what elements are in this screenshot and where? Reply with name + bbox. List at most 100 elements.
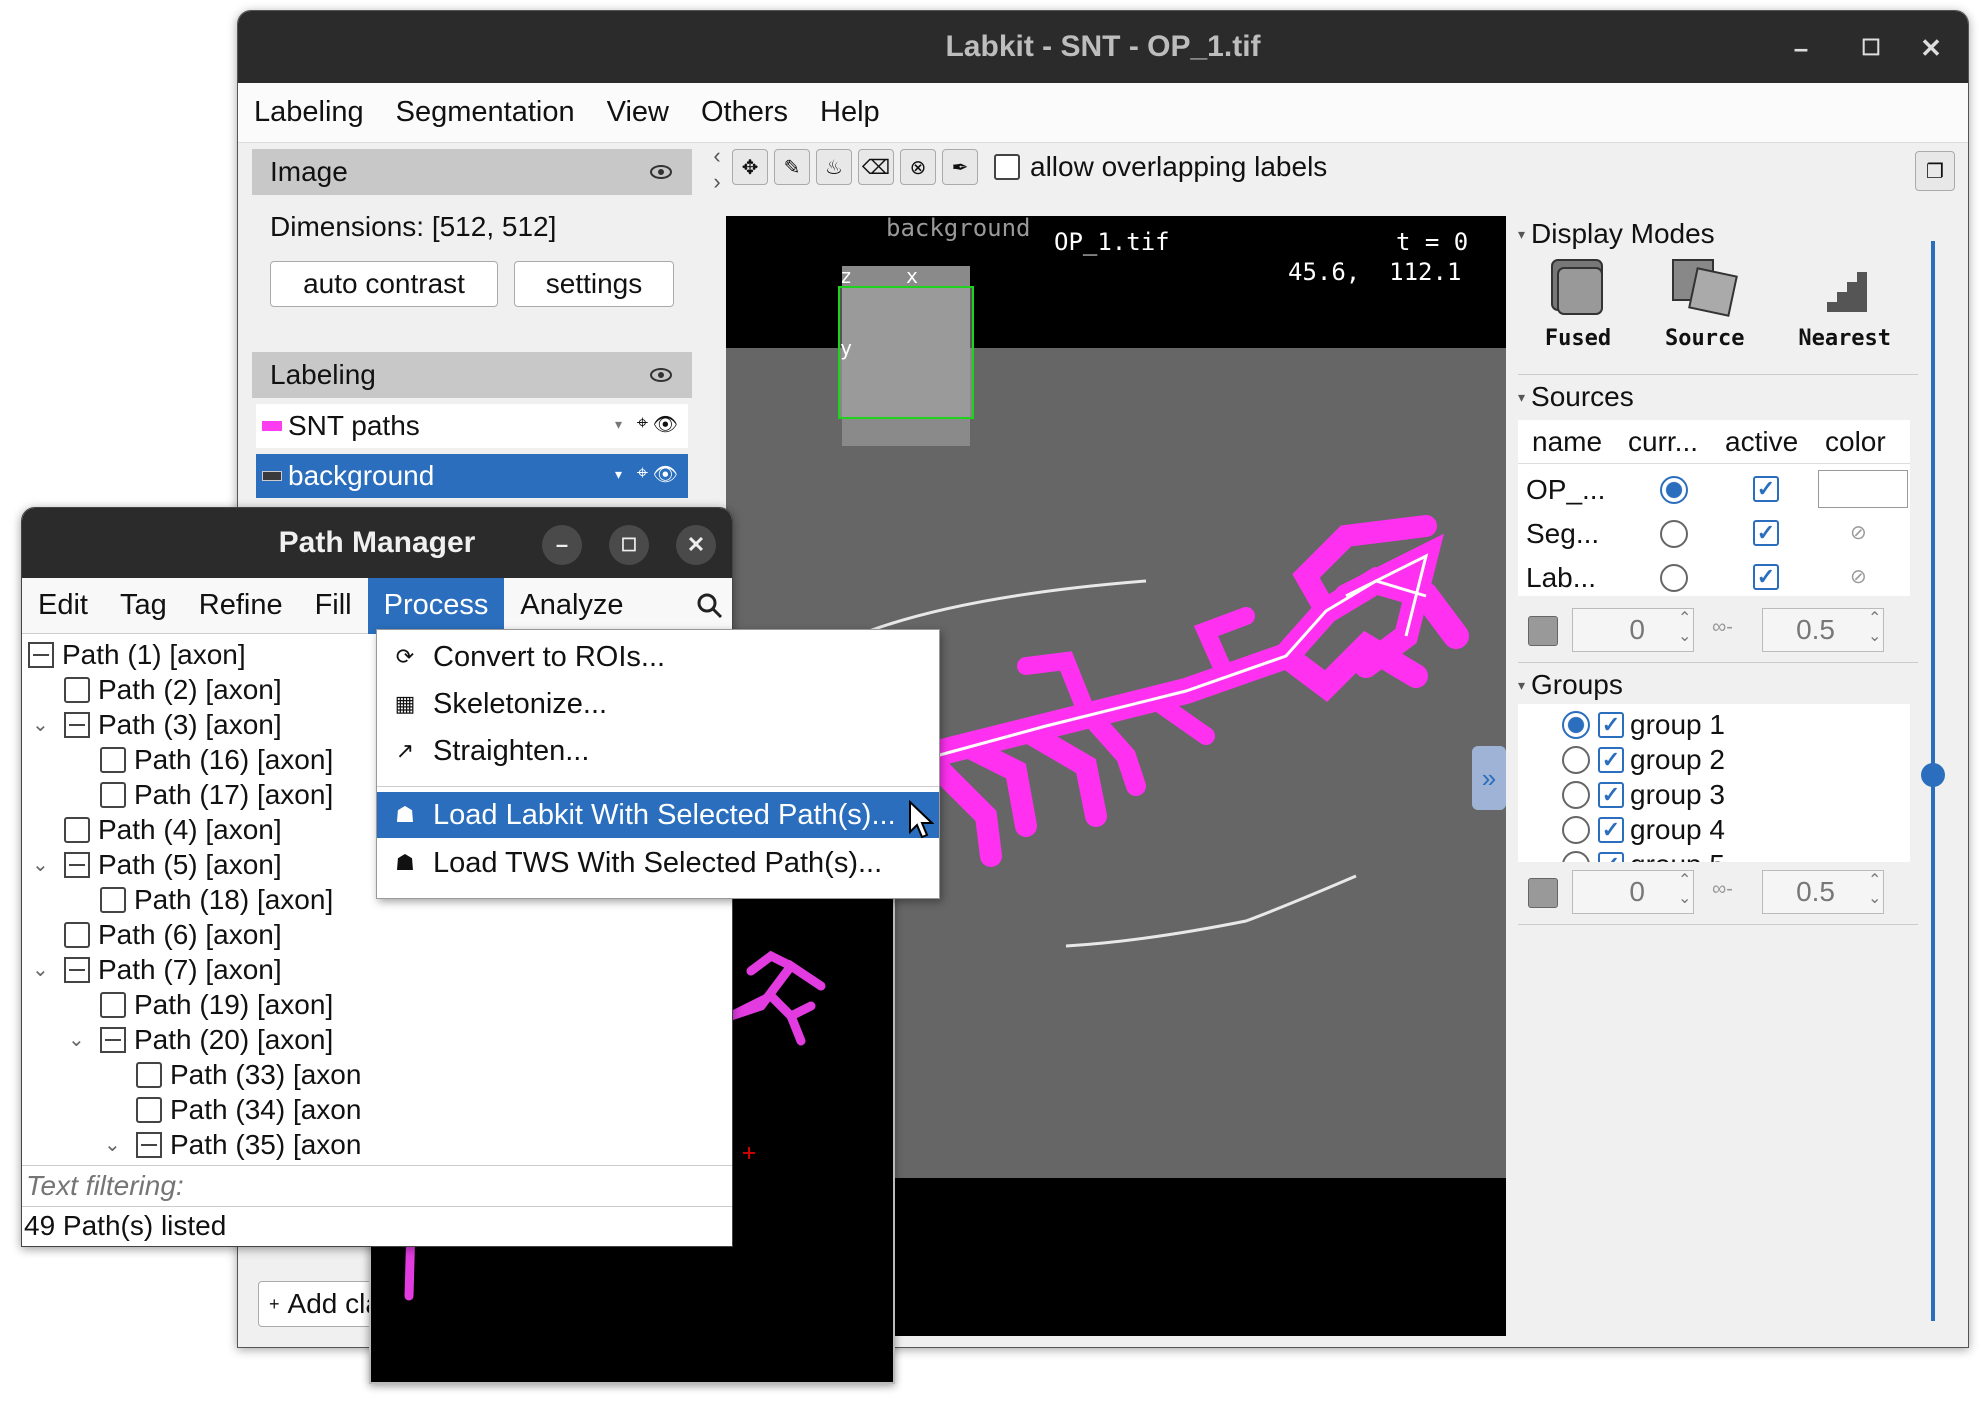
active-checkbox[interactable]: ✓ [1753,520,1779,546]
detach-panel-icon[interactable]: ❐ [1915,151,1955,191]
tree-item[interactable]: Path (35) [axon [136,1128,361,1162]
color-picker-tool-icon[interactable]: ✒ [942,149,978,185]
tree-item[interactable]: Path (2) [axon] [64,673,282,707]
side-panel-toggle-icon[interactable]: » [1472,746,1506,810]
current-radio[interactable] [1660,476,1688,504]
range-min-spinner[interactable]: 0 [1572,608,1694,652]
tree-item[interactable]: Path (3) [axon] [64,708,282,742]
group-item[interactable]: ✓ group 2 [1562,743,1725,777]
group-checkbox[interactable]: ✓ [1598,712,1624,738]
chevron-down-icon[interactable]: ⌄ [32,957,49,982]
collapse-box-icon[interactable] [64,957,90,983]
menu-item-skeletonize[interactable]: ▦ Skeletonize... [377,681,939,727]
menu-segmentation[interactable]: Segmentation [396,96,575,129]
checkbox-icon[interactable] [100,782,126,808]
time-slider-handle[interactable] [1921,763,1945,787]
collapse-box-icon[interactable] [136,1132,162,1158]
spinner-arrows-icon[interactable]: ⌃ ⌄ [1678,610,1691,646]
checkbox-icon[interactable] [136,1062,162,1088]
tree-item[interactable]: Path (7) [axon] [64,953,282,987]
group-radio[interactable] [1562,851,1590,862]
group-checkbox[interactable]: ✓ [1598,817,1624,843]
chevron-down-icon[interactable]: ⌄ [104,1132,121,1157]
eye-icon[interactable] [650,364,672,386]
no-color-icon[interactable]: ⊘ [1850,520,1867,545]
active-checkbox[interactable]: ✓ [1753,564,1779,590]
labkit-titlebar[interactable]: Labkit - SNT - OP_1.tif – ☐ ✕ [238,11,1968,83]
maximize-icon[interactable]: ☐ [609,525,649,565]
source-mode-button[interactable]: Source [1665,256,1744,366]
group-checkbox[interactable]: ✓ [1598,747,1624,773]
menu-item-load-tws[interactable]: ☗ Load TWS With Selected Path(s)... [377,840,939,886]
label-item-snt-paths[interactable]: SNT paths ▾ ⌖ 👁 [256,404,688,448]
current-radio[interactable] [1660,520,1688,548]
source-row[interactable]: OP_... ✓ [1518,470,1910,510]
fused-mode-button[interactable]: Fused [1545,256,1611,366]
group-item[interactable]: ✓ group 1 [1562,708,1725,742]
checkbox-icon[interactable] [100,992,126,1018]
group-checkbox[interactable]: ✓ [1598,782,1624,808]
col-current[interactable]: curr... [1628,426,1698,458]
tree-item[interactable]: Path (18) [axon] [100,883,333,917]
collapse-box-icon[interactable] [100,1027,126,1053]
menu-others[interactable]: Others [701,96,788,129]
flood-fill-tool-icon[interactable]: ♨ [816,149,852,185]
text-filter-input[interactable] [22,1165,732,1207]
tree-item[interactable]: Path (16) [axon] [100,743,333,777]
tree-item[interactable]: Path (1) [axon] [28,638,246,672]
spinner-arrows-icon[interactable]: ⌃ ⌄ [1868,610,1881,646]
menu-edit[interactable]: Edit [22,578,104,634]
link-icon[interactable]: ∞- [1712,878,1733,901]
crosshair-icon[interactable]: ⌖ [637,462,648,485]
minimize-icon[interactable]: – [542,525,582,565]
tree-item[interactable]: Path (5) [axon] [64,848,282,882]
checkbox-icon[interactable] [994,154,1020,180]
chevron-down-icon[interactable]: ⌄ [68,1027,85,1052]
collapse-box-icon[interactable] [64,852,90,878]
checkbox-icon[interactable] [100,747,126,773]
active-checkbox[interactable]: ✓ [1753,476,1779,502]
allow-overlapping-checkbox[interactable]: allow overlapping labels [994,151,1327,183]
maximize-icon[interactable]: ☐ [1854,31,1888,65]
source-row[interactable]: Seg... ✓ ⊘ [1518,514,1910,554]
tree-item[interactable]: Path (6) [axon] [64,918,282,952]
group-radio[interactable] [1562,816,1590,844]
menu-fill[interactable]: Fill [299,578,368,634]
tree-item[interactable]: Path (19) [axon] [100,988,333,1022]
group-radio[interactable] [1562,781,1590,809]
group-item[interactable]: ✓ group 4 [1562,813,1725,847]
dropdown-icon[interactable]: ▾ [615,466,622,483]
panel-toggle-arrows[interactable]: ‹ › [702,143,732,203]
group-checkbox[interactable]: ✓ [1598,852,1624,862]
menu-labeling[interactable]: Labeling [254,96,364,129]
menu-process[interactable]: Process [367,577,505,634]
checkbox-icon[interactable] [100,887,126,913]
menu-item-straighten[interactable]: ↗ Straighten... [377,728,939,774]
checkbox-icon[interactable] [136,1097,162,1123]
menu-tag[interactable]: Tag [104,578,183,634]
sources-header[interactable]: ▾ Sources [1518,380,1634,414]
minimize-icon[interactable]: – [1784,31,1818,65]
range-min-spinner[interactable]: 0 [1572,870,1694,914]
flood-erase-tool-icon[interactable]: ⊗ [900,149,936,185]
crosshair-icon[interactable]: ⌖ [637,412,648,435]
move-tool-icon[interactable]: ✥ [732,149,768,185]
auto-contrast-button[interactable]: auto contrast [270,261,498,307]
menu-item-load-labkit[interactable]: ☗ Load Labkit With Selected Path(s)... [377,792,939,838]
spinner-arrows-icon[interactable]: ⌃ ⌄ [1678,872,1691,908]
path-manager-titlebar[interactable]: Path Manager – ☐ ✕ [22,508,732,578]
close-icon[interactable]: ✕ [676,525,716,565]
chevron-down-icon[interactable]: ⌄ [32,712,49,737]
nearest-mode-button[interactable]: Nearest [1798,256,1891,366]
pencil-tool-icon[interactable]: ✎ [774,149,810,185]
settings-button[interactable]: settings [514,261,674,307]
no-color-icon[interactable]: ⊘ [1850,564,1867,589]
collapse-box-icon[interactable] [64,712,90,738]
group-radio[interactable] [1562,711,1590,739]
link-icon[interactable]: ∞- [1712,616,1733,639]
tree-item[interactable]: Path (33) [axon [136,1058,361,1092]
menu-item-convert-to-rois[interactable]: ⟳ Convert to ROIs... [377,634,939,680]
collapse-icon[interactable]: ▾ [1518,389,1525,406]
tree-item[interactable]: Path (4) [axon] [64,813,282,847]
range-max-spinner[interactable]: 0.5 [1762,870,1884,914]
